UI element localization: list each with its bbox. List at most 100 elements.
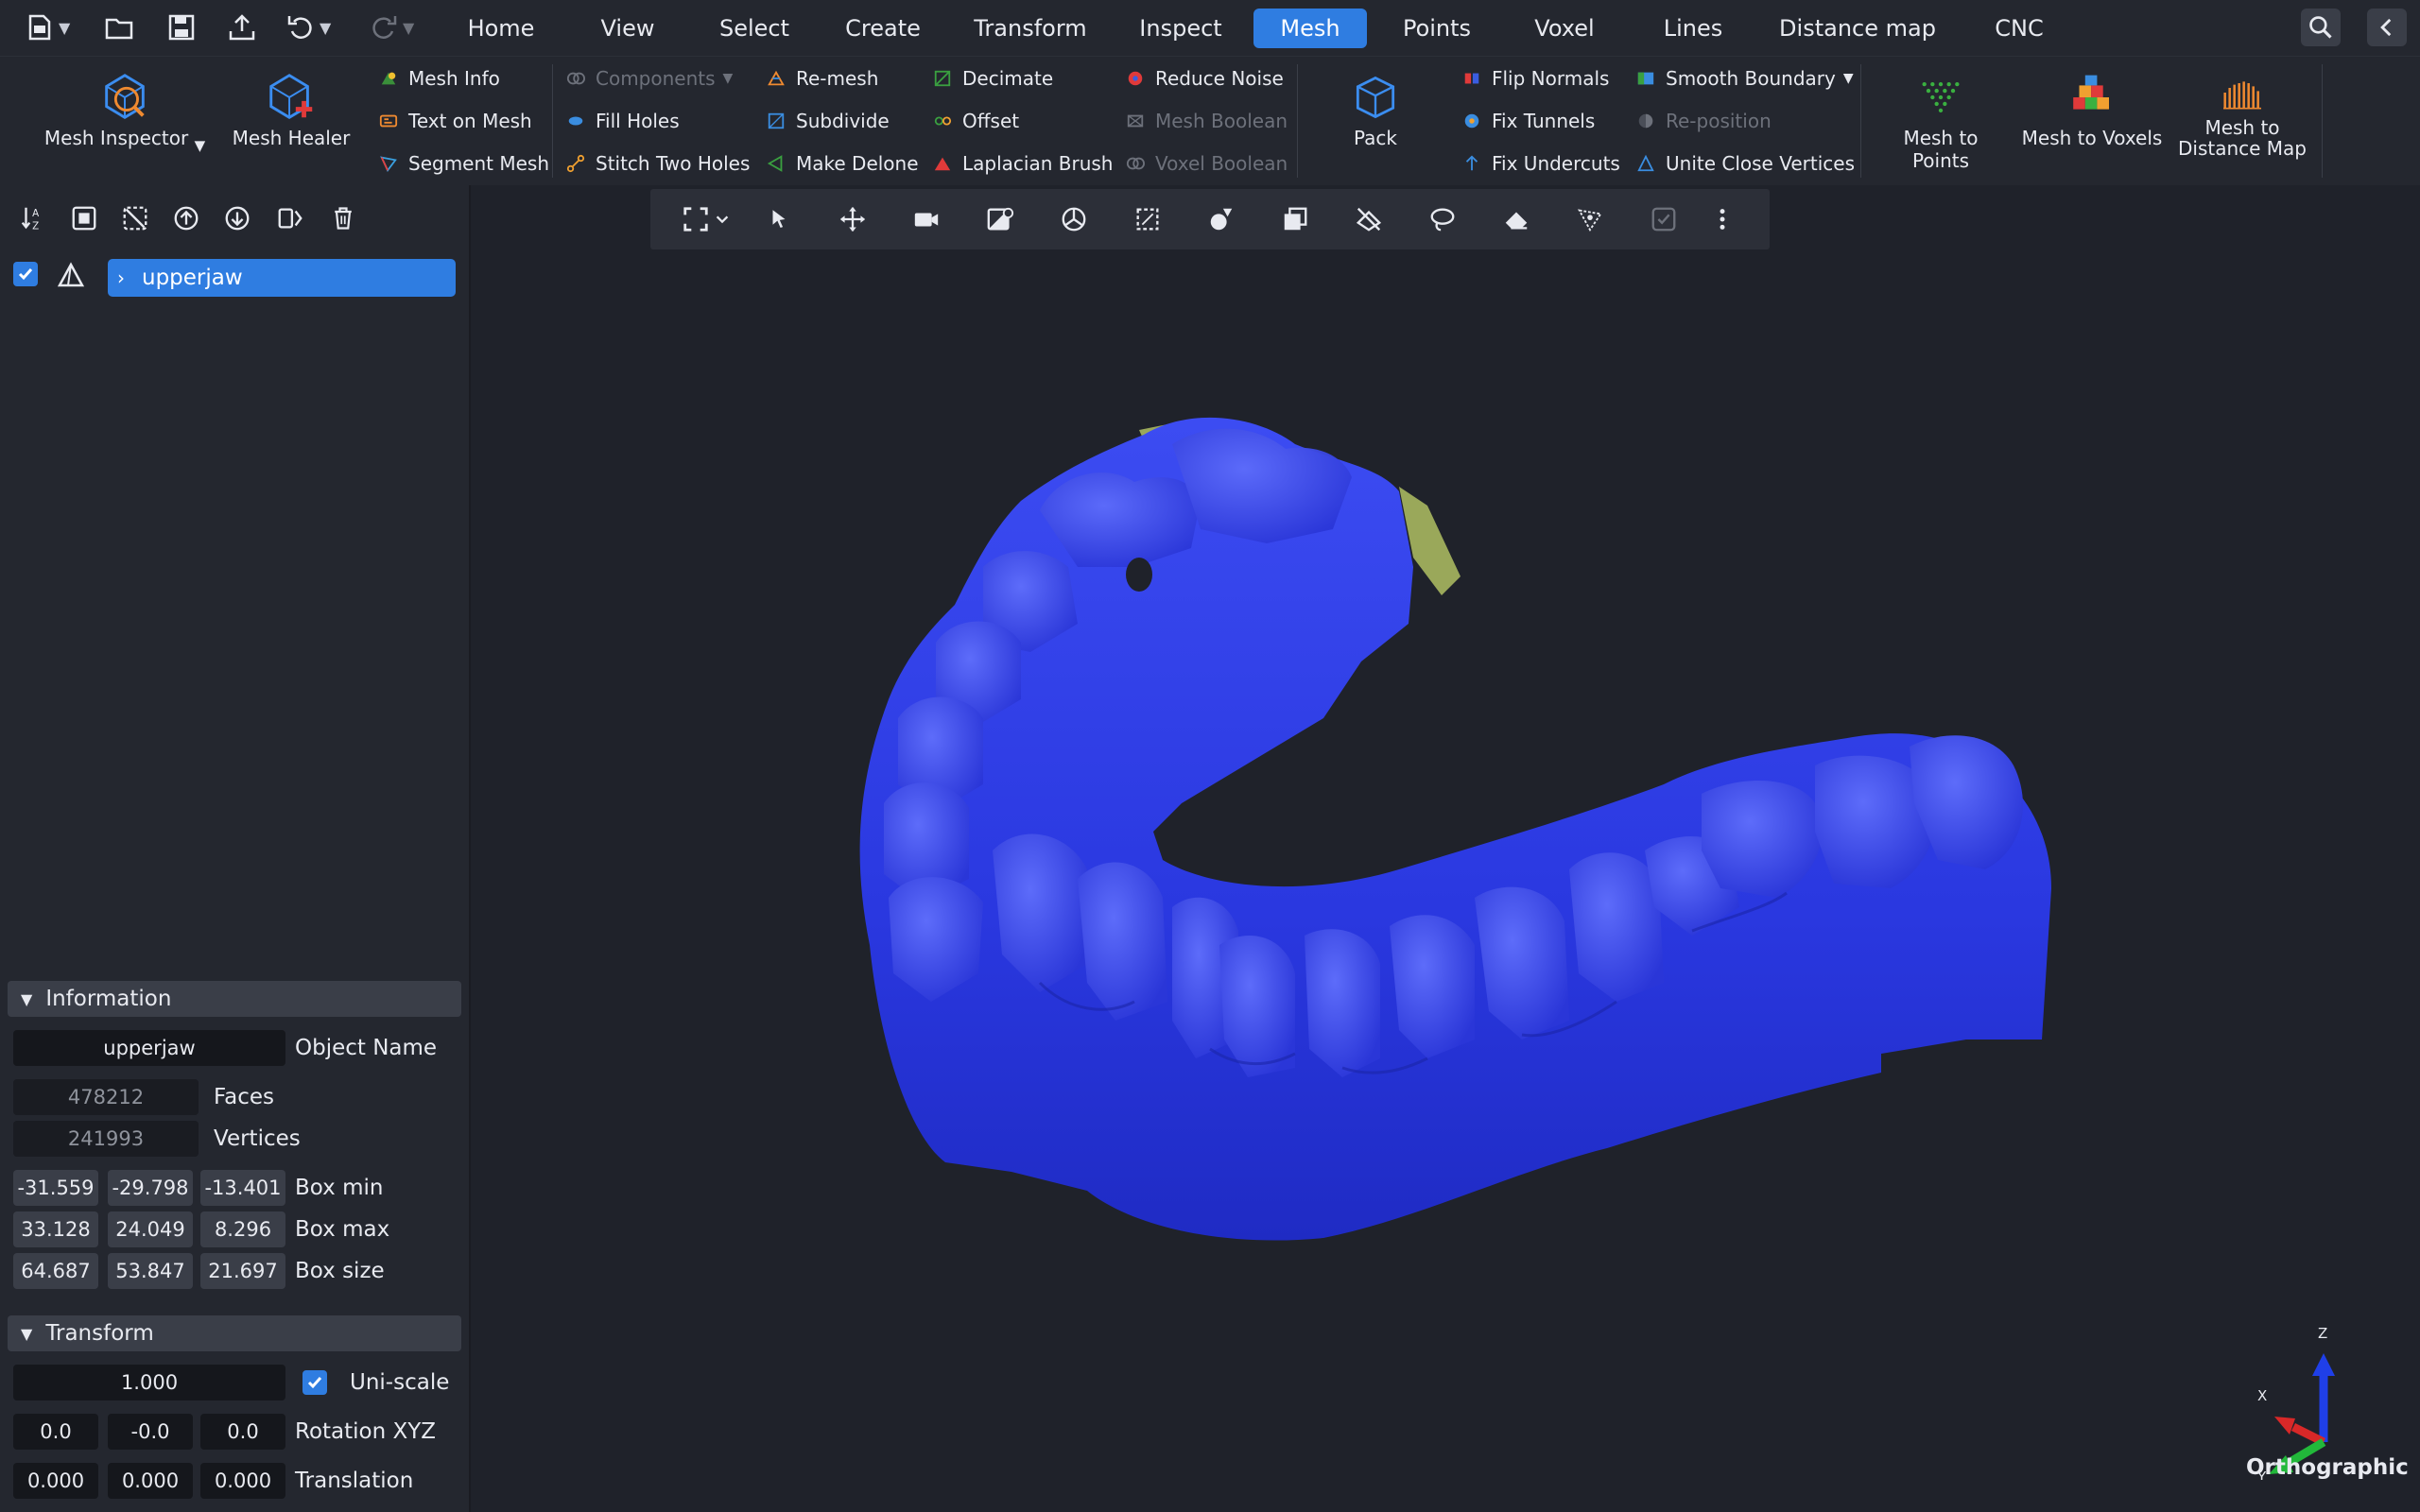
reduce-noise-button[interactable]: Reduce Noise [1125, 64, 1284, 93]
flip-view-button[interactable] [274, 202, 306, 234]
rotation-x-input[interactable]: 0.0 [13, 1414, 98, 1450]
tab-lines[interactable]: Lines [1641, 9, 1745, 48]
delete-button[interactable] [327, 202, 359, 234]
box-select-button[interactable] [1129, 200, 1167, 238]
clip-plane-button[interactable] [1350, 200, 1388, 238]
menu-bar: ▼ ▼ ▼ Home View Select Create Transform … [0, 0, 2420, 56]
scene-tree-item-upperjaw[interactable]: › upperjaw [108, 259, 456, 297]
tab-mesh[interactable]: Mesh [1253, 9, 1367, 48]
eraser-tool-button[interactable] [1497, 200, 1535, 238]
tab-inspect[interactable]: Inspect [1129, 9, 1233, 48]
rotation-y-input[interactable]: -0.0 [108, 1414, 193, 1450]
measure-tool-button[interactable] [1571, 200, 1609, 238]
redo-button[interactable]: ▼ [369, 8, 414, 47]
object-visibility-checkbox[interactable] [13, 262, 38, 286]
render-settings-button[interactable] [981, 200, 1019, 238]
mirror-icon [278, 208, 302, 229]
shapes-tool-button[interactable] [1202, 200, 1240, 238]
search-button[interactable] [2301, 9, 2341, 46]
duplicate-button[interactable] [1276, 200, 1314, 238]
tab-voxel[interactable]: Voxel [1512, 9, 1616, 48]
make-delone-button[interactable]: Make Delone [766, 149, 919, 178]
camera-tool-button[interactable] [908, 200, 945, 238]
mesh-to-voxels-button[interactable]: Mesh to Voxels [2021, 68, 2163, 149]
information-section-header[interactable]: ▼ Information [8, 981, 461, 1017]
fix-undercuts-button[interactable]: Fix Undercuts [1461, 149, 1620, 178]
translation-y-input[interactable]: 0.000 [108, 1463, 193, 1499]
move-tool-button[interactable] [834, 200, 872, 238]
stitch-two-holes-button[interactable]: Stitch Two Holes [565, 149, 750, 178]
chevron-down-icon: ▼ [59, 18, 71, 37]
chevron-down-icon: ▼ [21, 1324, 33, 1343]
deselect-icon [123, 206, 147, 231]
select-all-button[interactable] [68, 202, 100, 234]
mesh-to-points-button[interactable]: Mesh to Points [1874, 68, 2008, 172]
faces-label: Faces [214, 1085, 274, 1109]
save-button[interactable] [166, 8, 197, 47]
tab-cnc[interactable]: CNC [1976, 9, 2063, 48]
mesh-to-distance-map-button[interactable]: Mesh to Distance Map [2174, 68, 2310, 159]
object-name-field[interactable]: upperjaw [13, 1030, 285, 1066]
collapse-ribbon-button[interactable] [2367, 9, 2407, 46]
lasso-tool-button[interactable] [1424, 200, 1461, 238]
mesh-inspector-button[interactable]: Mesh Inspector ▼ [42, 68, 208, 157]
ribbon: Mesh Inspector ▼ Mesh Healer Mesh Info T… [0, 56, 2420, 186]
mesh-healer-button[interactable]: Mesh Healer [227, 68, 355, 149]
re-position-button[interactable]: Re-position [1635, 107, 1772, 135]
re-mesh-button[interactable]: Re-mesh [766, 64, 878, 93]
flip-normals-icon [1461, 68, 1482, 89]
toggle-check-button[interactable] [1645, 200, 1683, 238]
ribbon-separator [1297, 64, 1298, 178]
undo-button[interactable]: ▼ [285, 8, 331, 47]
smooth-boundary-button[interactable]: Smooth Boundary ▼ [1635, 64, 1854, 93]
components-button[interactable]: Components ▼ [565, 64, 733, 93]
translation-z-input[interactable]: 0.000 [200, 1463, 285, 1499]
tab-transform[interactable]: Transform [962, 9, 1098, 48]
select-tool-button[interactable] [760, 200, 798, 238]
tab-create[interactable]: Create [836, 9, 930, 48]
rotation-z-input[interactable]: 0.0 [200, 1414, 285, 1450]
fill-holes-button[interactable]: Fill Holes [565, 107, 680, 135]
projection-label[interactable]: Orthographic [2246, 1455, 2409, 1480]
move-up-button[interactable] [170, 202, 202, 234]
segment-mesh-button[interactable]: Segment Mesh [378, 149, 549, 178]
box-size-label: Box size [295, 1259, 385, 1283]
fix-tunnels-button[interactable]: Fix Tunnels [1461, 107, 1595, 135]
viewpoint-button[interactable] [1055, 200, 1093, 238]
text-on-mesh-button[interactable]: Text on Mesh [378, 107, 532, 135]
tab-distance-map[interactable]: Distance map [1770, 9, 1945, 48]
deselect-button[interactable] [119, 202, 151, 234]
voxel-boolean-label: Voxel Boolean [1155, 152, 1288, 175]
mesh-info-button[interactable]: Mesh Info [378, 64, 500, 93]
pack-button[interactable]: Pack [1323, 68, 1427, 149]
subdivide-button[interactable]: Subdivide [766, 107, 890, 135]
translation-x-input[interactable]: 0.000 [13, 1463, 98, 1499]
sort-button[interactable]: AZ [17, 202, 49, 234]
laplacian-brush-button[interactable]: Laplacian Brush [932, 149, 1113, 178]
tab-select[interactable]: Select [705, 9, 804, 48]
mesh-boolean-button[interactable]: Mesh Boolean [1125, 107, 1288, 135]
decimate-button[interactable]: Decimate [932, 64, 1053, 93]
more-options-button[interactable] [1711, 200, 1734, 238]
transform-section-header[interactable]: ▼ Transform [8, 1315, 461, 1351]
unite-close-vertices-button[interactable]: Unite Close Vertices [1635, 149, 1855, 178]
3d-viewport[interactable]: Z X Y Orthographic [471, 185, 2420, 1512]
tab-points[interactable]: Points [1390, 9, 1484, 48]
voxel-boolean-button[interactable]: Voxel Boolean [1125, 149, 1288, 178]
mesh-type-icon [57, 261, 85, 289]
segment-icon [378, 153, 399, 174]
stitch-icon [565, 153, 586, 174]
scale-input[interactable]: 1.000 [13, 1365, 285, 1400]
move-down-button[interactable] [221, 202, 253, 234]
offset-button[interactable]: Offset [932, 107, 1019, 135]
open-button[interactable] [104, 8, 134, 47]
flip-normals-button[interactable]: Flip Normals [1461, 64, 1609, 93]
export-button[interactable] [227, 8, 257, 47]
file-menu-button[interactable]: ▼ [25, 8, 70, 47]
fit-view-dropdown[interactable] [709, 200, 735, 238]
tab-view[interactable]: View [588, 9, 667, 48]
tab-home[interactable]: Home [452, 9, 550, 48]
chevron-down-icon [716, 215, 729, 224]
stitch-two-holes-label: Stitch Two Holes [596, 152, 751, 175]
uniscale-checkbox[interactable] [302, 1370, 327, 1395]
